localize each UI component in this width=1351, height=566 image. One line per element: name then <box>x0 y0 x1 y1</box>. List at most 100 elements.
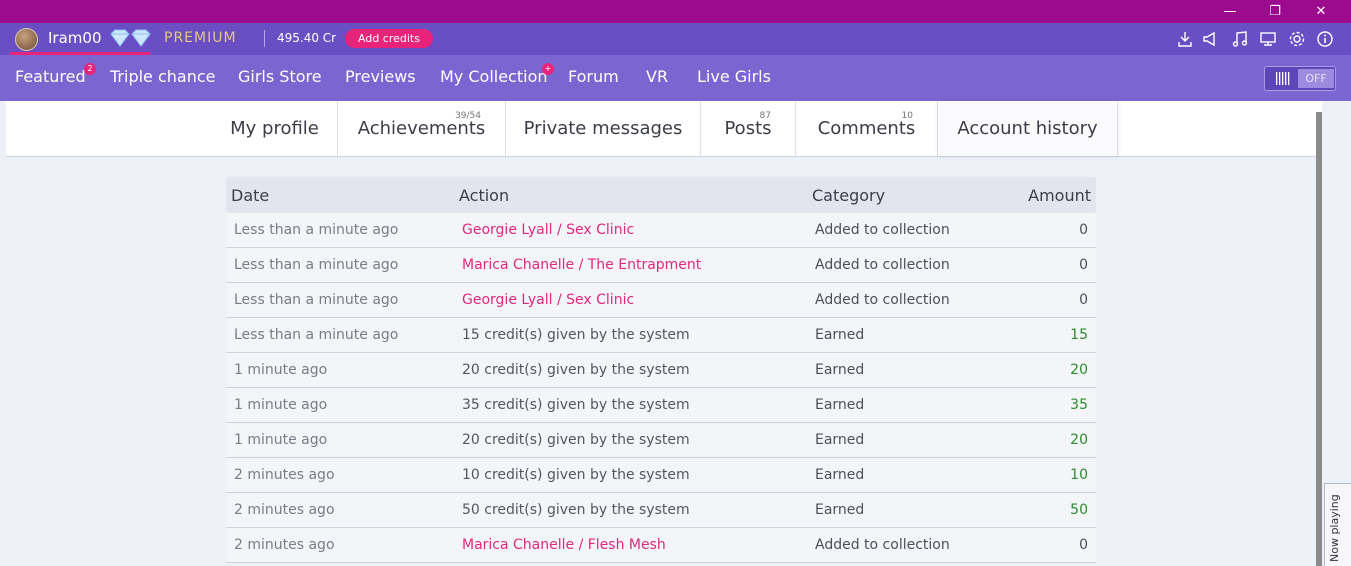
nav-girls-store[interactable]: Girls Store <box>238 67 322 86</box>
row-action-link[interactable]: Georgie Lyall / Sex Clinic <box>462 222 634 238</box>
avatar[interactable] <box>15 28 38 51</box>
divider <box>264 30 265 47</box>
row-category: Earned <box>815 502 865 518</box>
row-amount: 15 <box>1070 327 1088 343</box>
table-row: 2 minutes ago 10 credit(s) given by the … <box>226 458 1096 493</box>
nav-my-collection[interactable]: My Collection <box>440 67 548 86</box>
row-date: 1 minute ago <box>234 397 328 413</box>
column-action[interactable]: Action <box>459 186 509 205</box>
megaphone-icon[interactable] <box>1200 29 1220 49</box>
row-date: Less than a minute ago <box>234 257 399 273</box>
table-row: 2 minutes ago Marica Chanelle / Flesh Me… <box>226 528 1096 563</box>
scrollbar-thumb[interactable] <box>1316 112 1322 566</box>
table-row: 2 minutes ago 50 credit(s) given by the … <box>226 493 1096 528</box>
row-amount: 35 <box>1070 397 1088 413</box>
row-action: 35 credit(s) given by the system <box>462 397 690 413</box>
row-category: Earned <box>815 467 865 483</box>
row-action: 10 credit(s) given by the system <box>462 467 690 483</box>
comments-count: 10 <box>901 111 913 121</box>
tab-achievements[interactable]: Achievements 39/54 <box>338 101 506 156</box>
row-amount: 20 <box>1070 362 1088 378</box>
featured-badge: 2 <box>84 63 96 75</box>
row-amount: 0 <box>1079 222 1088 238</box>
row-date: 2 minutes ago <box>234 537 335 553</box>
main-content: My profile Achievements 39/54 Private me… <box>6 101 1316 566</box>
column-date[interactable]: Date <box>231 186 269 205</box>
minimize-button[interactable]: — <box>1207 0 1253 23</box>
collection-badge: + <box>542 63 554 75</box>
settings-icon[interactable] <box>1287 29 1307 49</box>
table-row: Less than a minute ago Georgie Lyall / S… <box>226 283 1096 318</box>
tab-label: Achievements <box>357 118 486 139</box>
column-amount[interactable]: Amount <box>1028 186 1091 205</box>
mode-toggle[interactable]: OFF <box>1264 66 1336 91</box>
nav-forum[interactable]: Forum <box>568 67 619 86</box>
table-row: 1 minute ago 35 credit(s) given by the s… <box>226 388 1096 423</box>
restore-button[interactable]: ❐ <box>1252 0 1298 23</box>
download-icon[interactable] <box>1175 29 1195 49</box>
row-action: 20 credit(s) given by the system <box>462 362 690 378</box>
row-action-link[interactable]: Georgie Lyall / Sex Clinic <box>462 292 634 308</box>
row-date: Less than a minute ago <box>234 222 399 238</box>
tab-label: Account history <box>957 118 1098 139</box>
row-action: 50 credit(s) given by the system <box>462 502 690 518</box>
tab-account-history[interactable]: Account history <box>938 101 1118 156</box>
row-category: Earned <box>815 432 865 448</box>
row-category: Added to collection <box>815 537 950 553</box>
row-date: 2 minutes ago <box>234 502 335 518</box>
row-category: Earned <box>815 327 865 343</box>
restore-icon: ❐ <box>1269 4 1281 19</box>
display-icon[interactable] <box>1258 29 1278 49</box>
row-amount: 0 <box>1079 292 1088 308</box>
add-credits-button[interactable]: Add credits <box>345 29 433 48</box>
row-action-link[interactable]: Marica Chanelle / Flesh Mesh <box>462 537 666 553</box>
nav-featured[interactable]: Featured <box>15 67 86 86</box>
nav-previews[interactable]: Previews <box>345 67 416 86</box>
row-amount: 10 <box>1070 467 1088 483</box>
tab-private-messages[interactable]: Private messages <box>506 101 701 156</box>
row-date: Less than a minute ago <box>234 327 399 343</box>
row-amount: 20 <box>1070 432 1088 448</box>
row-action-link[interactable]: Marica Chanelle / The Entrapment <box>462 257 701 273</box>
nav-live-girls[interactable]: Live Girls <box>697 67 771 86</box>
table-row: Less than a minute ago 15 credit(s) give… <box>226 318 1096 353</box>
row-date: 1 minute ago <box>234 432 328 448</box>
now-playing-tab[interactable]: Now playing <box>1324 483 1351 566</box>
row-action: 15 credit(s) given by the system <box>462 327 690 343</box>
row-amount: 50 <box>1070 502 1088 518</box>
table-header: Date Action Category Amount <box>226 177 1096 213</box>
barcode-icon <box>1276 72 1290 85</box>
minimize-icon: — <box>1223 4 1237 19</box>
column-category[interactable]: Category <box>812 186 885 205</box>
tab-label: Posts <box>724 118 772 139</box>
close-icon: ✕ <box>1315 4 1327 19</box>
table-row: 1 minute ago 20 credit(s) given by the s… <box>226 423 1096 458</box>
nav-triple-chance[interactable]: Triple chance <box>110 67 216 86</box>
profile-tabs: My profile Achievements 39/54 Private me… <box>6 101 1316 157</box>
row-date: Less than a minute ago <box>234 292 399 308</box>
tab-my-profile[interactable]: My profile <box>212 101 338 156</box>
table-row: Less than a minute ago Marica Chanelle /… <box>226 248 1096 283</box>
tab-label: Private messages <box>523 118 683 139</box>
info-icon[interactable] <box>1315 29 1335 49</box>
tab-comments[interactable]: Comments 10 <box>796 101 938 156</box>
premium-badge: PREMIUM <box>164 30 237 46</box>
nav-vr[interactable]: VR <box>646 67 668 86</box>
account-bar: Iram00 PREMIUM 495.40 Cr Add credits <box>0 23 1351 55</box>
row-action: 20 credit(s) given by the system <box>462 432 690 448</box>
diamond-icon <box>110 29 151 47</box>
credit-balance: 495.40 Cr <box>277 31 337 45</box>
app-window: — ❐ ✕ Iram00 PREMIUM 495.40 Cr Add credi… <box>0 0 1351 566</box>
account-history-table: Date Action Category Amount Less than a … <box>226 177 1096 563</box>
username[interactable]: Iram00 <box>48 29 101 47</box>
close-button[interactable]: ✕ <box>1298 0 1344 23</box>
tab-posts[interactable]: Posts 87 <box>701 101 796 156</box>
row-amount: 0 <box>1079 537 1088 553</box>
music-icon[interactable] <box>1230 29 1250 49</box>
tab-label: Comments <box>817 118 916 139</box>
now-playing-label: Now playing <box>1328 494 1341 562</box>
row-category: Added to collection <box>815 292 950 308</box>
window-titlebar: — ❐ ✕ <box>0 0 1351 23</box>
posts-count: 87 <box>759 111 771 121</box>
row-date: 1 minute ago <box>234 362 328 378</box>
